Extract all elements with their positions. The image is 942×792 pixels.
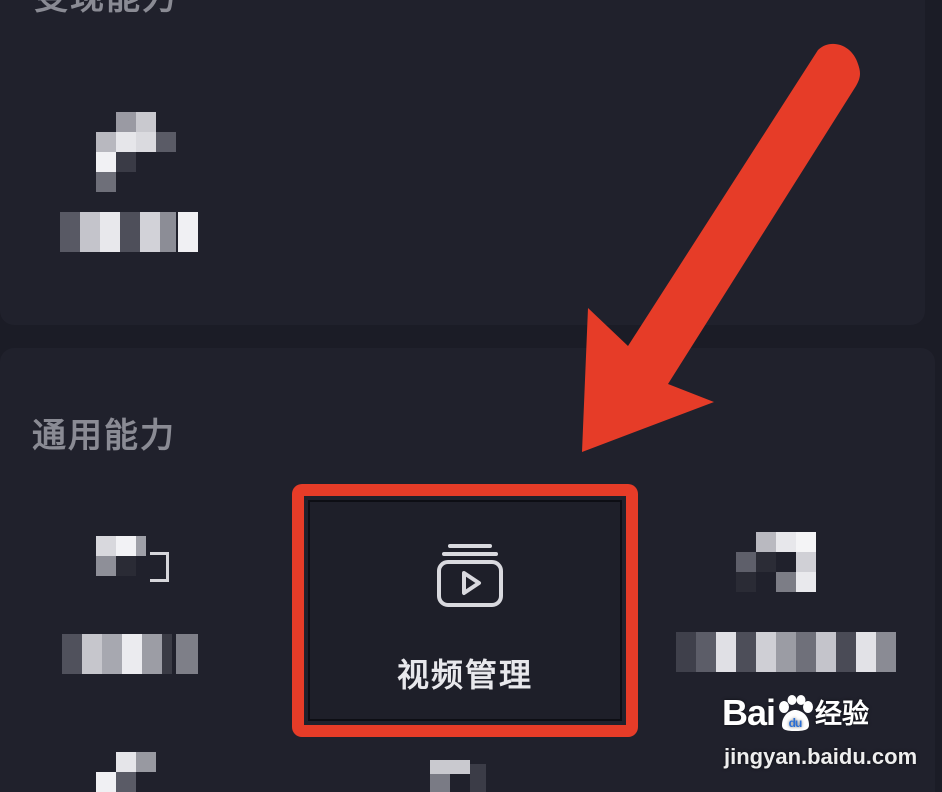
- video-management-tile: 视频管理: [308, 500, 622, 721]
- svg-text:du: du: [789, 716, 802, 730]
- blurred-feature-icon[interactable]: [96, 112, 176, 192]
- video-library-icon: [437, 544, 503, 607]
- blurred-general-icon-left[interactable]: [96, 536, 176, 596]
- blurred-feature-label: [60, 212, 200, 256]
- blurred-general-icon-bottom-left[interactable]: [96, 752, 156, 792]
- baidu-jingyan-watermark: Bai du 经验 jingyan.baidu.com: [722, 688, 932, 780]
- watermark-brand: Bai du 经验: [722, 692, 869, 734]
- blurred-general-icon-bottom-middle[interactable]: [430, 760, 490, 792]
- blurred-general-label-left: [62, 634, 202, 676]
- blurred-general-icon-right[interactable]: [736, 532, 816, 596]
- video-management-button[interactable]: 视频管理: [292, 484, 638, 737]
- video-management-label: 视频管理: [396, 656, 533, 694]
- blurred-general-label-right: [676, 632, 898, 674]
- section-title-monetization: 变现能力: [34, 0, 178, 19]
- watermark-brand-prefix: Bai: [722, 692, 776, 733]
- monetization-card: 变现能力: [0, 0, 925, 325]
- watermark-url: jingyan.baidu.com: [724, 744, 918, 769]
- baidu-paw-icon: du: [779, 695, 814, 731]
- watermark-brand-suffix: 经验: [815, 699, 870, 729]
- section-title-general: 通用能力: [32, 416, 176, 456]
- app-screen: 变现能力 通用能力: [0, 0, 942, 792]
